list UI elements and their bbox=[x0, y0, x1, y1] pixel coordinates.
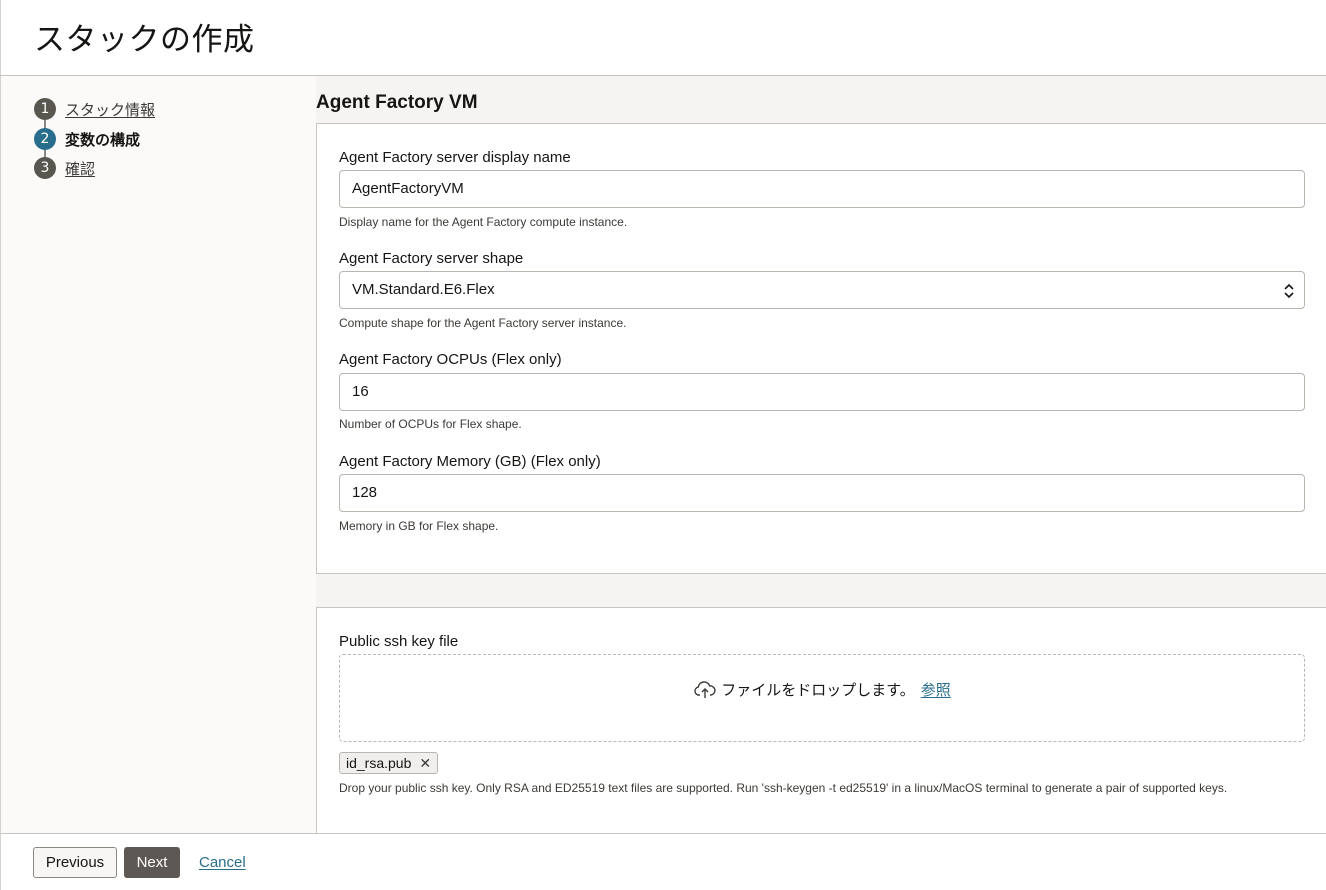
ocpus-help: Number of OCPUs for Flex shape. bbox=[339, 417, 522, 431]
page-header: スタックの作成 bbox=[0, 0, 1326, 75]
memory-help: Memory in GB for Flex shape. bbox=[339, 519, 499, 533]
server-shape-label: Agent Factory server shape bbox=[339, 250, 524, 267]
display-name-value: AgentFactoryVM bbox=[352, 180, 464, 197]
step-number: 2 bbox=[34, 128, 56, 150]
upload-cloud-icon bbox=[694, 680, 716, 698]
footer-bar: Previous Next Cancel bbox=[0, 833, 1326, 890]
select-chevrons-icon bbox=[1284, 283, 1294, 299]
next-button[interactable]: Next bbox=[124, 847, 180, 878]
ssh-key-help: Drop your public ssh key. Only RSA and E… bbox=[339, 781, 1228, 795]
step-label: 変数の構成 bbox=[65, 130, 141, 149]
cancel-link[interactable]: Cancel bbox=[199, 847, 246, 878]
step-configure-variables: 2 変数の構成 bbox=[34, 128, 140, 150]
dropzone-text: ファイルをドロップします。 bbox=[721, 681, 915, 699]
ssh-key-dropzone[interactable]: ファイルをドロップします。 参照 bbox=[339, 654, 1305, 742]
step-number: 3 bbox=[34, 157, 56, 179]
remove-x-icon[interactable]: ✕ bbox=[419, 755, 431, 772]
step-label[interactable]: スタック情報 bbox=[65, 99, 155, 120]
display-name-label: Agent Factory server display name bbox=[339, 149, 571, 166]
server-shape-help: Compute shape for the Agent Factory serv… bbox=[339, 316, 627, 330]
step-label[interactable]: 確認 bbox=[65, 158, 95, 179]
page-title: スタックの作成 bbox=[34, 22, 255, 58]
memory-value: 128 bbox=[352, 484, 378, 501]
step-review[interactable]: 3 確認 bbox=[34, 157, 95, 179]
memory-input[interactable]: 128 bbox=[339, 474, 1305, 512]
display-name-help: Display name for the Agent Factory compu… bbox=[339, 215, 628, 229]
memory-label: Agent Factory Memory (GB) (Flex only) bbox=[339, 453, 601, 470]
step-number: 1 bbox=[34, 98, 56, 120]
section-title: Agent Factory VM bbox=[316, 92, 478, 113]
dropzone-content: ファイルをドロップします。 参照 bbox=[340, 679, 1304, 700]
browse-link[interactable]: 参照 bbox=[921, 679, 951, 700]
step-stack-info[interactable]: 1 スタック情報 bbox=[34, 98, 155, 120]
ocpus-label: Agent Factory OCPUs (Flex only) bbox=[339, 351, 562, 368]
ocpus-value: 16 bbox=[352, 383, 369, 400]
file-chip: id_rsa.pub ✕ bbox=[339, 752, 439, 774]
ssh-key-label: Public ssh key file bbox=[339, 633, 459, 650]
ocpus-input[interactable]: 16 bbox=[339, 373, 1305, 411]
server-shape-value: VM.Standard.E6.Flex bbox=[352, 281, 495, 298]
file-chip-name: id_rsa.pub bbox=[346, 755, 412, 771]
server-shape-select[interactable]: VM.Standard.E6.Flex bbox=[339, 271, 1305, 309]
previous-button[interactable]: Previous bbox=[33, 847, 117, 878]
display-name-input[interactable]: AgentFactoryVM bbox=[339, 170, 1305, 208]
